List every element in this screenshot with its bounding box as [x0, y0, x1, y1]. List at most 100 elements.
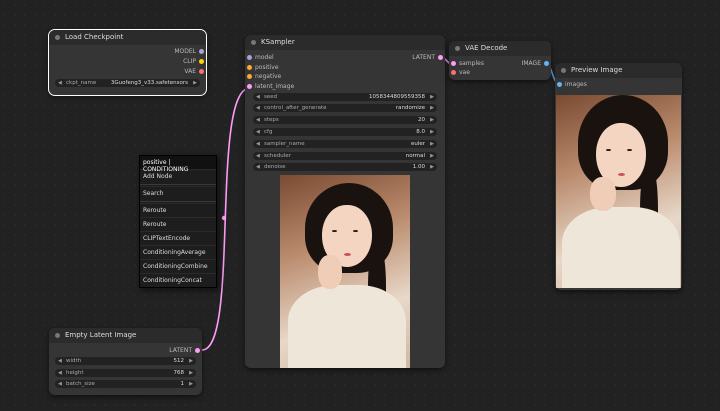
- output-latent-label: LATENT: [169, 347, 192, 354]
- empty-latent-title-bar[interactable]: Empty Latent Image: [49, 328, 202, 343]
- width-widget[interactable]: ◀ width 512 ▶: [55, 357, 196, 365]
- denoise-widget[interactable]: ◀ denoise 1.00 ▶: [253, 163, 437, 171]
- empty-latent-image-node[interactable]: Empty Latent Image LATENT ◀ width 512 ▶ …: [49, 328, 202, 395]
- arrow-left-icon[interactable]: ◀: [58, 380, 62, 388]
- latent-pin-icon[interactable]: [247, 84, 252, 89]
- batch-size-label: batch_size: [66, 381, 95, 387]
- load-checkpoint-title-bar[interactable]: Load Checkpoint: [49, 30, 206, 45]
- input-images-label: images: [565, 81, 587, 88]
- arrow-left-icon[interactable]: ◀: [58, 369, 62, 377]
- arrow-left-icon[interactable]: ◀: [256, 104, 260, 112]
- batch-size-widget[interactable]: ◀ batch_size 1 ▶: [55, 380, 196, 388]
- arrow-left-icon[interactable]: ◀: [256, 163, 260, 171]
- collapse-dot-icon[interactable]: [455, 46, 460, 51]
- model-pin-icon[interactable]: [199, 49, 204, 54]
- clip-pin-icon[interactable]: [199, 59, 204, 64]
- arrow-right-icon[interactable]: ▶: [430, 128, 434, 136]
- sampler-name-widget[interactable]: ◀ sampler_name euler ▶: [253, 140, 437, 148]
- preview-output-image: [556, 95, 681, 288]
- load-checkpoint-node[interactable]: Load Checkpoint MODEL CLIP VAE ◀ ckpt_na…: [48, 29, 207, 96]
- output-vae[interactable]: VAE: [184, 67, 206, 76]
- scheduler-widget[interactable]: ◀ scheduler normal ▶: [253, 152, 437, 160]
- menu-item-search[interactable]: Search: [140, 186, 216, 200]
- ksampler-node[interactable]: KSampler model positive negative latent_…: [245, 35, 445, 368]
- ckpt-name-value: 3Guofeng3_v33.safetensors: [110, 80, 188, 86]
- context-menu: positive | CONDITIONING Add Node Search …: [139, 155, 217, 288]
- collapse-dot-icon[interactable]: [55, 333, 60, 338]
- seed-label: seed: [264, 94, 278, 100]
- input-negative[interactable]: negative: [245, 72, 281, 81]
- arrow-left-icon[interactable]: ◀: [256, 116, 260, 124]
- arrow-right-icon[interactable]: ▶: [430, 116, 434, 124]
- control-after-generate-widget[interactable]: ◀ control_after_generate randomize ▶: [253, 104, 437, 112]
- arrow-left-icon[interactable]: ◀: [256, 140, 260, 148]
- input-images[interactable]: images: [555, 80, 587, 89]
- input-latent-image-label: latent_image: [255, 83, 295, 90]
- control-after-generate-label: control_after_generate: [264, 105, 327, 111]
- seed-widget[interactable]: ◀ seed 1058344809559358 ▶: [253, 93, 437, 101]
- preview-image-title: Preview Image: [571, 66, 623, 74]
- input-positive-label: positive: [255, 64, 279, 71]
- output-model-label: MODEL: [174, 48, 196, 55]
- height-label: height: [66, 370, 84, 376]
- menu-item-conditioning-concat[interactable]: ConditioningConcat: [140, 273, 216, 287]
- collapse-dot-icon[interactable]: [561, 68, 566, 73]
- preview-image-title-bar[interactable]: Preview Image: [555, 63, 682, 78]
- input-latent-image[interactable]: latent_image: [245, 82, 294, 91]
- input-model[interactable]: model: [245, 53, 274, 62]
- denoise-value: 1.00: [412, 164, 425, 170]
- height-widget[interactable]: ◀ height 768 ▶: [55, 369, 196, 377]
- menu-item-reroute[interactable]: Reroute: [140, 203, 216, 217]
- collapse-dot-icon[interactable]: [251, 40, 256, 45]
- input-samples[interactable]: samples: [449, 59, 484, 68]
- conditioning-pin-icon[interactable]: [247, 65, 252, 70]
- latent-pin-icon[interactable]: [195, 348, 200, 353]
- steps-widget[interactable]: ◀ steps 20 ▶: [253, 116, 437, 124]
- arrow-left-icon[interactable]: ◀: [256, 128, 260, 136]
- vae-decode-title-bar[interactable]: VAE Decode: [449, 41, 551, 56]
- collapse-dot-icon[interactable]: [55, 35, 60, 40]
- arrow-right-icon[interactable]: ▶: [430, 104, 434, 112]
- arrow-right-icon[interactable]: ▶: [193, 79, 197, 87]
- input-positive[interactable]: positive: [245, 63, 279, 72]
- image-pin-icon[interactable]: [557, 82, 562, 87]
- output-clip[interactable]: CLIP: [183, 57, 206, 66]
- output-latent[interactable]: LATENT: [169, 346, 202, 355]
- cfg-widget[interactable]: ◀ cfg 8.0 ▶: [253, 128, 437, 136]
- arrow-right-icon[interactable]: ▶: [189, 369, 193, 377]
- ckpt-name-combo[interactable]: ◀ ckpt_name 3Guofeng3_v33.safetensors ▶: [55, 79, 200, 87]
- output-image[interactable]: IMAGE: [522, 59, 551, 68]
- arrow-left-icon[interactable]: ◀: [256, 152, 260, 160]
- conditioning-pin-icon[interactable]: [247, 74, 252, 79]
- vae-decode-node[interactable]: VAE Decode samples vae IMAGE: [449, 41, 551, 80]
- vae-pin-icon[interactable]: [451, 70, 456, 75]
- vae-pin-icon[interactable]: [199, 69, 204, 74]
- input-vae[interactable]: vae: [449, 68, 470, 77]
- arrow-right-icon[interactable]: ▶: [430, 163, 434, 171]
- menu-separator: [140, 201, 216, 202]
- output-model[interactable]: MODEL: [174, 47, 206, 56]
- steps-label: steps: [264, 117, 279, 123]
- menu-item-conditioning-combine[interactable]: ConditioningCombine: [140, 259, 216, 273]
- arrow-left-icon[interactable]: ◀: [58, 357, 62, 365]
- latent-pin-icon[interactable]: [451, 61, 456, 66]
- latent-pin-icon[interactable]: [438, 55, 443, 60]
- arrow-right-icon[interactable]: ▶: [189, 357, 193, 365]
- arrow-right-icon[interactable]: ▶: [189, 380, 193, 388]
- arrow-left-icon[interactable]: ◀: [256, 93, 260, 101]
- model-pin-icon[interactable]: [247, 55, 252, 60]
- scheduler-value: normal: [405, 153, 425, 159]
- height-value: 768: [173, 370, 185, 376]
- arrow-left-icon[interactable]: ◀: [58, 79, 62, 87]
- output-latent[interactable]: LATENT: [412, 53, 445, 62]
- arrow-right-icon[interactable]: ▶: [430, 140, 434, 148]
- arrow-right-icon[interactable]: ▶: [430, 93, 434, 101]
- menu-item-reroute-2[interactable]: Reroute: [140, 217, 216, 231]
- preview-image-node[interactable]: Preview Image images: [555, 63, 682, 290]
- menu-item-cliptextencode[interactable]: CLIPTextEncode: [140, 231, 216, 245]
- width-label: width: [66, 358, 82, 364]
- image-pin-icon[interactable]: [544, 61, 549, 66]
- arrow-right-icon[interactable]: ▶: [430, 152, 434, 160]
- menu-item-conditioning-average[interactable]: ConditioningAverage: [140, 245, 216, 259]
- ksampler-title-bar[interactable]: KSampler: [245, 35, 445, 50]
